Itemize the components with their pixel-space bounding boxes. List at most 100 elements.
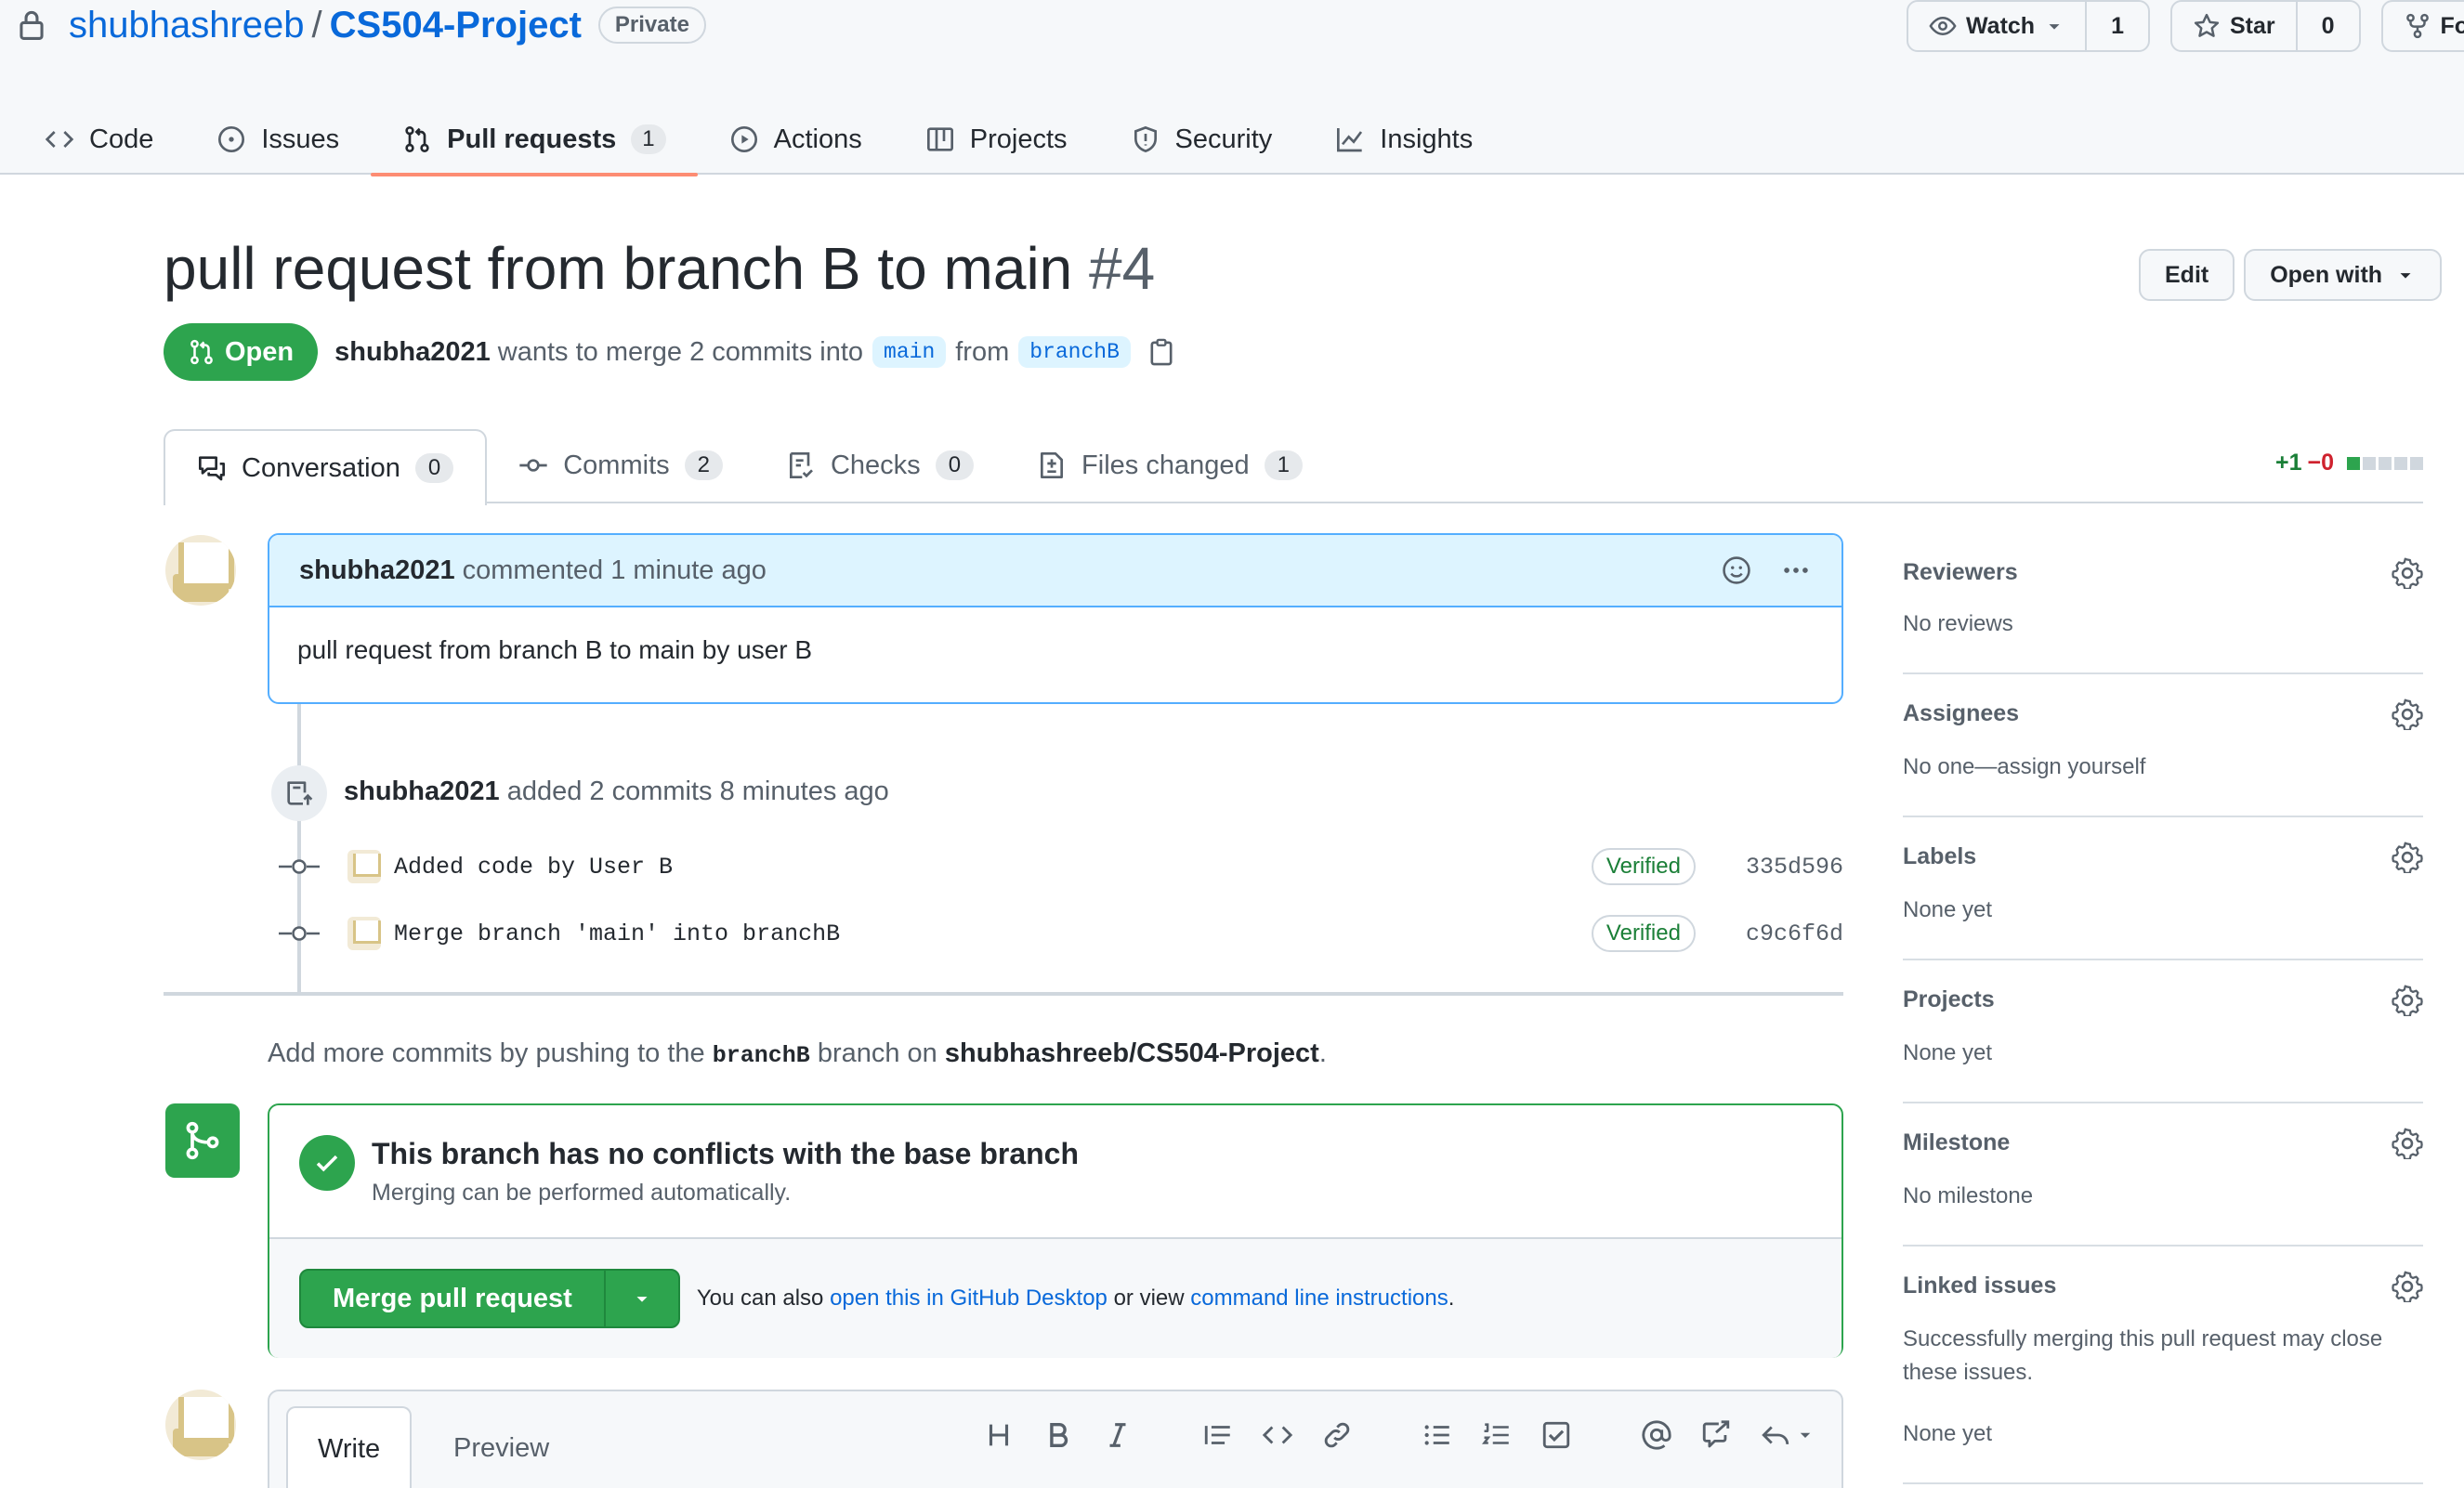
diffstat: +1 −0	[2275, 450, 2423, 476]
sidebar-linked-issues-description: Successfully merging this pull request m…	[1903, 1326, 2383, 1385]
smiley-icon[interactable]	[1721, 555, 1752, 586]
watch-button[interactable]: Watch	[1908, 2, 2085, 50]
sidebar-assignees-value[interactable]: No one—assign yourself	[1903, 751, 2423, 784]
nav-issues-label: Issues	[261, 124, 340, 154]
tab-commits[interactable]: Commits 2	[487, 429, 754, 502]
nav-issues[interactable]: Issues	[185, 104, 371, 175]
sidebar-milestone: Milestone No milestone	[1903, 1103, 2423, 1247]
merge-pull-request-button[interactable]: Merge pull request	[301, 1271, 604, 1326]
tab-commits-label: Commits	[563, 450, 670, 480]
verified-badge[interactable]: Verified	[1591, 848, 1696, 885]
avatar[interactable]	[165, 1390, 236, 1460]
gear-icon[interactable]	[2392, 557, 2423, 589]
sidebar-projects: Projects None yet	[1903, 960, 2423, 1103]
fork-button[interactable]: Fo	[2383, 2, 2464, 50]
mention-icon[interactable]	[1641, 1419, 1672, 1451]
gear-icon[interactable]	[2392, 842, 2423, 873]
gear-icon[interactable]	[2392, 698, 2423, 730]
open-with-button[interactable]: Open with	[2244, 249, 2443, 301]
head-branch-label[interactable]: branchB	[1018, 336, 1131, 368]
repo-owner-link[interactable]: shubhashreeb	[69, 5, 305, 46]
sidebar-labels-value: None yet	[1903, 897, 1993, 922]
nav-pull-requests-label: Pull requests	[447, 124, 617, 154]
nav-code[interactable]: Code	[45, 104, 185, 175]
nav-insights[interactable]: Insights	[1304, 104, 1504, 175]
copy-icon[interactable]	[1147, 337, 1175, 367]
cross-reference-icon[interactable]	[1700, 1419, 1732, 1451]
base-branch-label[interactable]: main	[872, 336, 947, 368]
sidebar-assignees: Assignees No one—assign yourself	[1903, 674, 2423, 817]
bold-icon[interactable]	[1042, 1419, 1074, 1451]
tab-files-changed[interactable]: Files changed 1	[1005, 429, 1334, 502]
git-commit-icon	[279, 926, 320, 941]
repo-title: shubhashreeb / CS504-Project Private	[17, 0, 706, 50]
edit-button[interactable]: Edit	[2139, 249, 2235, 301]
issue-opened-icon	[218, 126, 245, 152]
italic-icon[interactable]	[1102, 1419, 1134, 1451]
nav-security[interactable]: Security	[1099, 104, 1304, 175]
sidebar-labels: Labels None yet	[1903, 817, 2423, 960]
commit-message-link[interactable]: Merge branch 'main' into branchB	[394, 920, 840, 947]
open-in-desktop-link[interactable]: open this in GitHub Desktop	[830, 1286, 1107, 1311]
repo-nav: Code Issues Pull requests 1 Actions Proj…	[45, 104, 1504, 176]
verified-badge[interactable]: Verified	[1591, 915, 1696, 952]
pr-meta: Open shubha2021 wants to merge 2 commits…	[164, 323, 1175, 381]
gear-icon[interactable]	[2392, 1128, 2423, 1159]
pr-from-text: from	[955, 336, 1010, 367]
commit-message-link[interactable]: Added code by User B	[394, 854, 673, 881]
gear-icon[interactable]	[2392, 985, 2423, 1016]
star-count[interactable]: 0	[2295, 2, 2359, 50]
nav-projects[interactable]: Projects	[894, 104, 1099, 175]
watch-label: Watch	[1966, 12, 2036, 39]
reply-icon[interactable]	[1760, 1419, 1791, 1451]
heading-icon[interactable]	[983, 1419, 1015, 1451]
fork-icon	[2405, 13, 2429, 39]
kebab-horizontal-icon[interactable]	[1780, 555, 1812, 586]
nav-projects-label: Projects	[969, 124, 1068, 154]
list-ordered-icon[interactable]	[1481, 1419, 1513, 1451]
checklist-icon	[789, 452, 813, 478]
quote-icon[interactable]	[1202, 1419, 1234, 1451]
diffstat-deletions: −0	[2307, 450, 2334, 476]
tab-checks[interactable]: Checks 0	[754, 429, 1005, 502]
tab-commits-count: 2	[684, 450, 723, 480]
repo-actions: Watch 1 Star 0 Fo	[1907, 0, 2464, 52]
merge-hint: You can also open this in GitHub Desktop…	[697, 1286, 1455, 1312]
chevron-down-icon[interactable]	[1797, 1427, 1814, 1443]
list-unordered-icon[interactable]	[1422, 1419, 1453, 1451]
comment-body: pull request from branch B to main by us…	[297, 635, 813, 664]
code-icon[interactable]	[1262, 1419, 1293, 1451]
pr-header-actions: Edit Open with	[2139, 249, 2443, 301]
merge-status-icon	[165, 1103, 240, 1178]
commit-sha-link[interactable]: c9c6f6d	[1746, 920, 1843, 947]
tab-conversation-label: Conversation	[242, 452, 400, 483]
avatar[interactable]	[347, 917, 381, 950]
pr-tabs: Conversation 0 Commits 2 Checks 0 Files …	[164, 429, 2423, 505]
comment-author-link[interactable]: shubha2021	[299, 555, 455, 586]
avatar[interactable]	[347, 850, 381, 883]
push-event-author[interactable]: shubha2021	[344, 777, 500, 806]
sidebar-assignees-title: Assignees	[1903, 700, 2020, 726]
pr-author-link[interactable]: shubha2021	[334, 337, 491, 368]
tab-preview[interactable]: Preview	[424, 1406, 579, 1488]
tasklist-icon[interactable]	[1540, 1419, 1572, 1451]
comment-action: commented 1 minute ago	[462, 555, 767, 585]
merge-method-dropdown[interactable]	[603, 1271, 678, 1326]
tab-conversation[interactable]: Conversation 0	[164, 429, 488, 505]
git-commit-icon	[279, 859, 320, 874]
nav-actions[interactable]: Actions	[698, 104, 894, 175]
visibility-badge: Private	[597, 7, 706, 44]
commit-sha-link[interactable]: 335d596	[1746, 854, 1843, 881]
watch-count[interactable]: 1	[2085, 2, 2148, 50]
command-line-instructions-link[interactable]: command line instructions	[1190, 1286, 1448, 1311]
tab-write[interactable]: Write	[286, 1406, 413, 1488]
repo-name-link[interactable]: CS504-Project	[330, 5, 582, 46]
gear-icon[interactable]	[2392, 1271, 2423, 1302]
sidebar-linked-issues-value: None yet	[1903, 1421, 1993, 1446]
star-button[interactable]: Star	[2172, 2, 2296, 50]
push-hint-middle: branch on	[817, 1038, 937, 1068]
comment-header: shubha2021 commented 1 minute ago	[269, 535, 1841, 607]
avatar[interactable]	[165, 535, 236, 606]
link-icon[interactable]	[1321, 1419, 1353, 1451]
nav-pull-requests[interactable]: Pull requests 1	[371, 104, 699, 176]
